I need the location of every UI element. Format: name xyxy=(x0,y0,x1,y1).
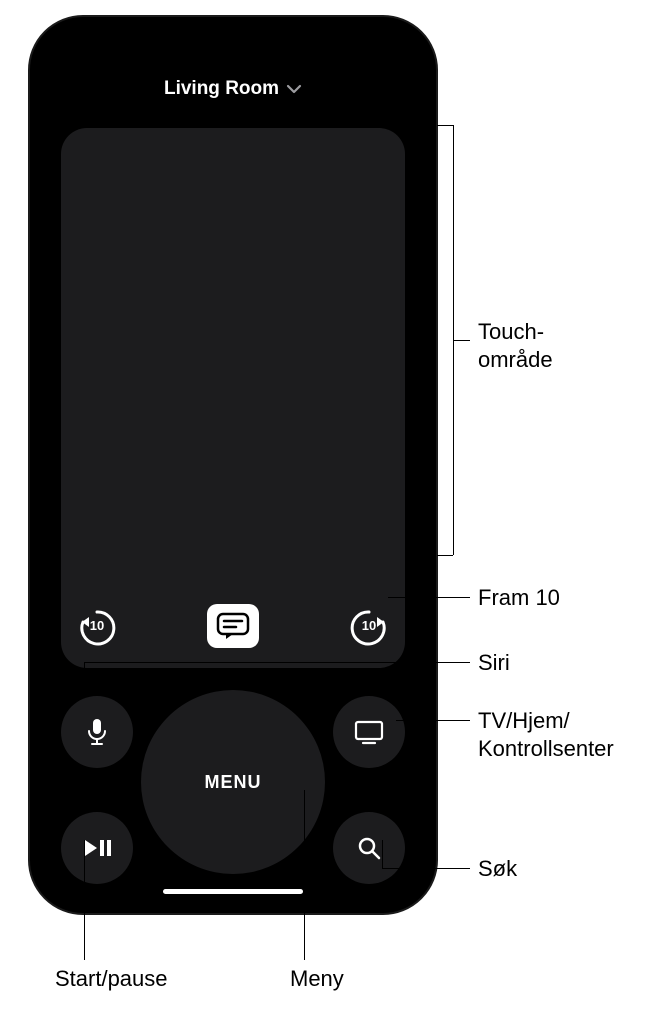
search-button[interactable] xyxy=(333,812,405,884)
play-pause-button[interactable] xyxy=(61,812,133,884)
callout-search: Søk xyxy=(478,855,517,883)
chevron-down-icon xyxy=(286,83,302,95)
skip-forward-10-label: 10 xyxy=(362,618,376,633)
tv-home-button[interactable] xyxy=(333,696,405,768)
leader-line xyxy=(382,868,470,869)
leader-line xyxy=(437,555,453,556)
play-pause-icon xyxy=(82,837,112,859)
tv-icon xyxy=(353,719,385,745)
device-selector-label: Living Room xyxy=(164,78,279,100)
leader-line xyxy=(437,125,453,126)
skip-back-10-button[interactable]: 10 xyxy=(75,604,119,648)
playback-row: 10 xyxy=(75,604,391,648)
leader-line xyxy=(388,597,470,598)
button-cluster: MENU xyxy=(61,682,405,882)
leader-line xyxy=(84,662,470,663)
phone-frame: Living Room 10 xyxy=(28,15,438,915)
siri-button[interactable] xyxy=(61,696,133,768)
skip-forward-10-button[interactable]: 10 xyxy=(347,604,391,648)
menu-button-label: MENU xyxy=(205,772,262,793)
device-selector[interactable]: Living Room xyxy=(43,78,423,100)
leader-line xyxy=(382,840,383,868)
callout-play-pause: Start/pause xyxy=(55,965,168,993)
skip-back-10-label: 10 xyxy=(90,618,104,633)
leader-line xyxy=(453,340,470,341)
callout-tv-home: TV/Hjem/ Kontrollsenter xyxy=(478,707,614,762)
leader-line xyxy=(84,662,85,690)
callout-siri: Siri xyxy=(478,649,510,677)
captions-icon xyxy=(216,612,250,640)
search-icon xyxy=(356,835,382,861)
callout-menu: Meny xyxy=(290,965,344,993)
callout-forward-10: Fram 10 xyxy=(478,584,560,612)
phone-notch xyxy=(148,30,318,56)
home-indicator[interactable] xyxy=(163,889,303,894)
callout-touch-area: Touch- område xyxy=(478,318,553,373)
phone-screen: Living Room 10 xyxy=(43,30,423,900)
leader-line xyxy=(84,840,85,960)
touch-surface[interactable]: 10 xyxy=(61,128,405,668)
microphone-icon xyxy=(84,717,110,747)
menu-button[interactable]: MENU xyxy=(141,690,325,874)
captions-button[interactable] xyxy=(207,604,259,648)
leader-line xyxy=(396,720,470,721)
leader-line xyxy=(304,790,305,960)
